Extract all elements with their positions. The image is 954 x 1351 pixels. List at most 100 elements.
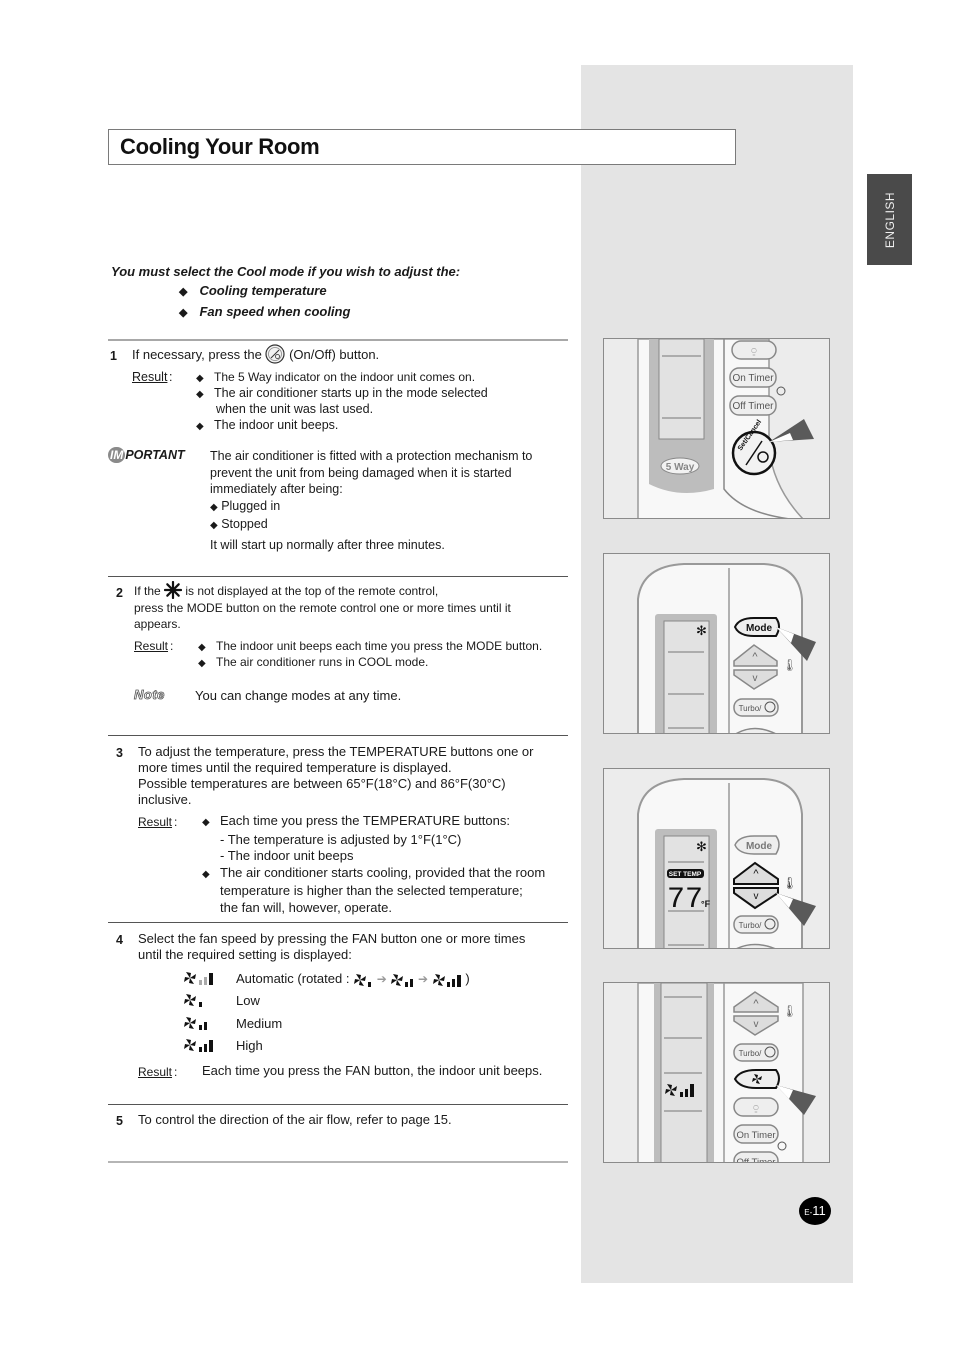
- step-2: 2 If the is not displayed at the top of …: [108, 580, 570, 723]
- on-timer-button[interactable]: On Timer: [729, 367, 777, 388]
- section-divider: [108, 735, 568, 736]
- thermometer-icon: 🌡: [782, 658, 797, 672]
- result-subitem: - The temperature is adjusted by 1°F(1°C…: [220, 831, 462, 847]
- result-item-continued: temperature is higher than the selected …: [220, 883, 523, 898]
- intro-lead: You must select the Cool mode if you wis…: [111, 264, 461, 279]
- result-label: Result: [138, 1065, 173, 1079]
- arrow-right-icon: ➔: [418, 972, 429, 986]
- arrow-right-icon: ➔: [376, 972, 387, 986]
- svg-text:Turbo/: Turbo/: [739, 1049, 763, 1058]
- turbo-button[interactable]: Turbo/: [733, 698, 779, 717]
- section-divider: [108, 922, 568, 923]
- result-item: ◆ The indoor unit beeps.: [196, 417, 338, 435]
- language-tab[interactable]: ENGLISH: [867, 174, 912, 265]
- turbo-button[interactable]: Turbo/: [733, 1043, 779, 1062]
- step-number: 2: [116, 586, 123, 600]
- remote-illustration-temperature: ✻ SET TEMP 77 °F Mode ^ v 🌡 Turbo/: [603, 768, 830, 949]
- diamond-bullet-icon: ◆: [202, 817, 210, 828]
- svg-text:^: ^: [753, 998, 759, 1010]
- off-timer-button[interactable]: Off Timer: [733, 1151, 779, 1163]
- svg-text:Off Timer: Off Timer: [737, 1157, 776, 1163]
- page-title: Cooling Your Room: [120, 134, 320, 159]
- step-3: 3 To adjust the temperature, press the T…: [116, 744, 546, 915]
- result-item-continued: the fan will, however, operate.: [220, 899, 392, 915]
- on-off-button-icon: [265, 343, 286, 364]
- mode-button[interactable]: Mode: [734, 835, 780, 855]
- svg-text:Off Timer: Off Timer: [733, 401, 775, 412]
- mode-button[interactable]: Mode: [733, 617, 780, 637]
- svg-text:⍜: ⍜: [751, 346, 757, 356]
- diamond-bullet-icon: ◆: [202, 868, 210, 880]
- fan-speed-label: Low: [236, 993, 260, 1008]
- intro-item: ◆ Cooling temperature: [179, 283, 327, 298]
- thermometer-icon: 🌡: [782, 876, 797, 890]
- turbo-button[interactable]: Turbo/: [733, 915, 779, 934]
- diamond-bullet-icon: ◆: [179, 286, 188, 298]
- snowflake-icon: ✻: [696, 839, 707, 854]
- result-label: Result: [132, 370, 168, 384]
- fan-medium-icon: [184, 1017, 207, 1030]
- step-1: 1 If necessary, press the (On/Off) butto…: [108, 343, 570, 557]
- fan-low-icon: [184, 994, 202, 1007]
- diamond-bullet-icon: ◆: [210, 520, 218, 531]
- five-way-indicator: 5 Way: [660, 457, 700, 475]
- step-4: 4 Select the fan speed by pressing the F…: [116, 931, 543, 1079]
- svg-text:v: v: [754, 1019, 759, 1030]
- temperature-readout: 77: [667, 883, 703, 917]
- off-timer-button[interactable]: Off Timer: [729, 395, 777, 416]
- step-text: Select the fan speed by pressing the FAN…: [138, 931, 526, 962]
- important-badge-icon: IM: [108, 447, 126, 463]
- snowflake-icon: [164, 580, 183, 599]
- diamond-bullet-icon: ◆: [196, 421, 204, 432]
- intro-item: ◆ Fan speed when cooling: [179, 304, 351, 319]
- result-subitem: - The indoor unit beeps: [220, 848, 354, 863]
- svg-text:Turbo/: Turbo/: [739, 704, 763, 713]
- section-end-divider: [108, 1161, 568, 1163]
- fan-speed-label: High: [236, 1038, 263, 1053]
- svg-text:°F: °F: [701, 899, 711, 909]
- step-text: To adjust the temperature, press the TEM…: [138, 744, 534, 807]
- svg-text:⍜: ⍜: [753, 1103, 759, 1113]
- important-bullet: ◆ Stopped: [210, 517, 268, 531]
- svg-text:^: ^: [753, 868, 759, 880]
- fan-medium-icon: [391, 973, 414, 987]
- step-number: 1: [110, 349, 117, 363]
- svg-text:SET TEMP: SET TEMP: [669, 871, 702, 878]
- fan-speed-label: Medium: [236, 1016, 283, 1031]
- important-label: IM PORTANT: [108, 447, 185, 463]
- result-label: Result: [138, 815, 173, 829]
- page-title-box: Cooling Your Room: [108, 129, 736, 165]
- diamond-bullet-icon: ◆: [179, 307, 188, 319]
- result-text: Each time you press the FAN button, the …: [202, 1063, 543, 1078]
- fan-button[interactable]: [733, 1069, 780, 1089]
- svg-text:v: v: [753, 673, 758, 684]
- svg-text:Turbo/: Turbo/: [739, 921, 763, 930]
- result-label: Result: [134, 639, 169, 653]
- svg-text:Mode: Mode: [746, 841, 773, 852]
- result-item: ◆ The air conditioner starts cooling, pro…: [202, 865, 545, 884]
- intro-block: You must select the Cool mode if you wis…: [111, 263, 460, 323]
- swing-button[interactable]: ⍜: [733, 1097, 779, 1117]
- important-bullet: ◆ Plugged in: [210, 498, 281, 513]
- on-timer-button[interactable]: On Timer: [733, 1124, 779, 1144]
- remote-illustration-power: 5 Way ⍜ On Timer Off Timer Set/Cancel: [603, 338, 830, 519]
- step-number: 3: [116, 746, 123, 760]
- svg-text:On Timer: On Timer: [736, 1130, 775, 1141]
- svg-text:^: ^: [752, 651, 758, 663]
- svg-text:Mode: Mode: [746, 623, 773, 634]
- swing-button[interactable]: ⍜: [731, 340, 777, 360]
- result-item-continued: when the unit was last used.: [216, 402, 374, 416]
- result-item: ◆ The air conditioner runs in COOL mode.: [198, 654, 428, 672]
- fan-high-icon: [184, 1039, 213, 1052]
- diamond-bullet-icon: ◆: [196, 389, 204, 400]
- step-number: 4: [116, 933, 123, 947]
- svg-text:5 Way: 5 Way: [666, 462, 695, 473]
- fan-speed-label: Automatic (rotated : ➔ ➔ ): [236, 971, 470, 987]
- step-text: If necessary, press the (On/Off) button.: [132, 343, 379, 364]
- step-text: If the is not displayed at the top of th…: [134, 580, 511, 633]
- section-divider: [108, 339, 568, 341]
- step-5: 5 To control the direction of the air fl…: [108, 1112, 570, 1142]
- note-label: Note: [134, 687, 165, 703]
- diamond-bullet-icon: ◆: [198, 658, 206, 669]
- svg-text:v: v: [754, 891, 759, 902]
